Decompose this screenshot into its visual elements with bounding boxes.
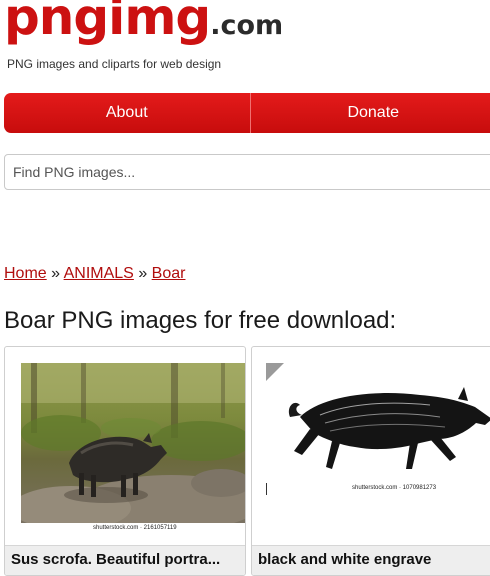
logo-wordmark: pngimg: [4, 0, 210, 46]
main-nav: About Donate: [4, 93, 490, 133]
site-tagline: PNG images and cliparts for web design: [7, 57, 221, 71]
image-card-title: Sus scrofa. Beautiful portra...: [5, 545, 245, 576]
breadcrumb: Home » ANIMALS » Boar: [4, 265, 185, 283]
breadcrumb-separator: »: [138, 265, 147, 282]
site-logo[interactable]: pngimg.com: [4, 0, 283, 42]
image-card-title: black and white engrave: [252, 545, 490, 576]
breadcrumb-separator: »: [51, 265, 60, 282]
nav-about-button[interactable]: About: [4, 93, 251, 133]
breadcrumb-category-link[interactable]: ANIMALS: [64, 265, 134, 282]
breadcrumb-home-link[interactable]: Home: [4, 265, 47, 282]
search-input[interactable]: [5, 155, 490, 189]
text-cursor-mark: [266, 483, 268, 495]
nav-donate-button[interactable]: Donate: [251, 93, 490, 133]
boar-photo-thumbnail: [21, 363, 246, 523]
breadcrumb-current-link[interactable]: Boar: [152, 265, 186, 282]
image-card[interactable]: shutterstock.com · 1070981273 black and …: [251, 346, 490, 576]
boar-engraving-thumbnail: [280, 377, 490, 477]
logo-tld: .com: [210, 10, 283, 41]
search-box: [4, 154, 490, 190]
image-card[interactable]: shutterstock.com · 2161057119 Sus scrofa…: [4, 346, 246, 576]
image-watermark: shutterstock.com · 2161057119: [93, 525, 177, 531]
image-watermark: shutterstock.com · 1070981273: [352, 485, 436, 491]
page-title: Boar PNG images for free download:: [4, 307, 396, 335]
